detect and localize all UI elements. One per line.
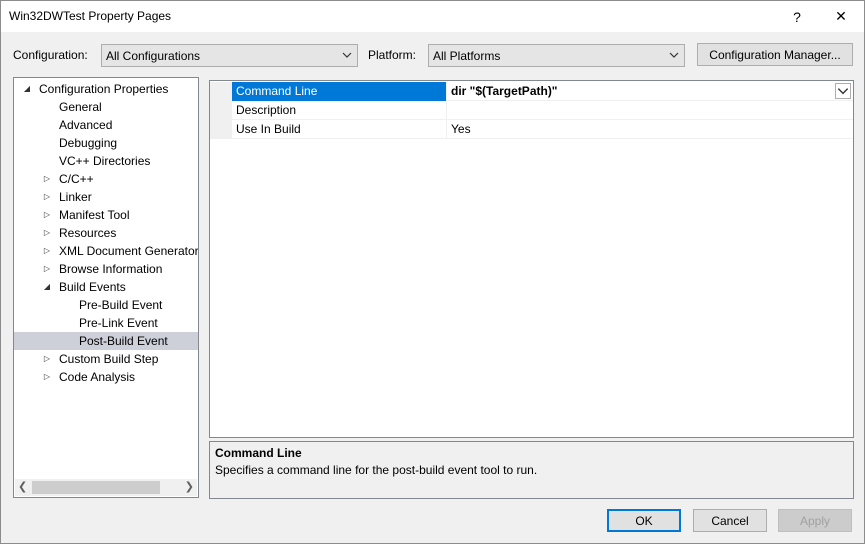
tree-item[interactable]: ▷ C/C++ <box>14 170 198 188</box>
tree-item[interactable]: ▷ Resources <box>14 224 198 242</box>
tree-item[interactable]: Pre-Link Event <box>14 314 198 332</box>
row-margin <box>210 120 232 139</box>
tree-item-label: Pre-Build Event <box>79 298 163 312</box>
tree-item-label: Custom Build Step <box>59 352 159 366</box>
expand-arrow-icon[interactable]: ▷ <box>42 260 52 278</box>
tree-item-label: XML Document Generator <box>59 244 199 258</box>
expand-arrow-icon[interactable]: ▷ <box>42 368 52 386</box>
tree-item[interactable]: ▷ Manifest Tool <box>14 206 198 224</box>
property-value[interactable]: Yes <box>447 120 853 139</box>
cancel-button[interactable]: Cancel <box>693 509 767 532</box>
tree-item-label: General <box>59 100 102 114</box>
tree-item-label: Linker <box>59 190 92 204</box>
expand-arrow-icon[interactable]: ▷ <box>42 350 52 368</box>
collapse-arrow-icon[interactable]: ◢ <box>42 278 52 296</box>
tree-item-label: Debugging <box>59 136 118 150</box>
tree-item-label: Browse Information <box>59 262 163 276</box>
property-value[interactable]: dir "$(TargetPath)" <box>447 82 853 101</box>
configuration-label: Configuration: <box>13 48 88 62</box>
description-title: Command Line <box>215 446 302 460</box>
property-pages-dialog: Win32DWTest Property Pages ? ✕ Configura… <box>0 0 865 544</box>
platform-label: Platform: <box>368 48 417 62</box>
tree-item-label: Build Events <box>59 280 126 294</box>
tree-item-label: Advanced <box>59 118 113 132</box>
scroll-left-icon[interactable]: ❮ <box>18 480 27 493</box>
value-dropdown-button[interactable] <box>835 83 851 99</box>
tree-item[interactable]: General <box>14 98 198 116</box>
chevron-down-icon <box>669 52 679 58</box>
chevron-down-icon <box>342 52 352 58</box>
scrollbar-thumb[interactable] <box>32 481 160 494</box>
property-tree[interactable]: ◢ Configuration Properties General Advanced… <box>13 77 199 498</box>
apply-button[interactable]: Apply <box>778 509 852 532</box>
tree-item[interactable]: ▷ Custom Build Step <box>14 350 198 368</box>
ok-button[interactable]: OK <box>607 509 681 532</box>
tree-item[interactable]: ▷ Linker <box>14 188 198 206</box>
title-bar: Win32DWTest Property Pages ? ✕ <box>1 1 864 32</box>
expand-arrow-icon[interactable]: ▷ <box>42 206 52 224</box>
platform-value: All Platforms <box>433 49 501 63</box>
tree-item[interactable]: ◢ Build Events <box>14 278 198 296</box>
description-text: Specifies a command line for the post-bu… <box>215 463 538 477</box>
row-margin <box>210 101 232 120</box>
help-icon: ? <box>793 8 801 25</box>
tree-item[interactable]: Pre-Build Event <box>14 296 198 314</box>
tree-item[interactable]: Advanced <box>14 116 198 134</box>
tree-item[interactable]: ▷ Code Analysis <box>14 368 198 386</box>
tree-item-label: Pre-Link Event <box>79 316 158 330</box>
property-row[interactable]: Description <box>210 101 853 120</box>
tree-item-label: Resources <box>59 226 117 240</box>
description-panel: Command Line Specifies a command line fo… <box>209 441 854 499</box>
property-value[interactable] <box>447 101 853 120</box>
property-name[interactable]: Description <box>232 101 447 120</box>
tree-item[interactable]: Debugging <box>14 134 198 152</box>
tree-item[interactable]: ◢ Configuration Properties <box>14 80 198 98</box>
expand-arrow-icon[interactable]: ▷ <box>42 242 52 260</box>
chevron-down-icon <box>837 88 849 95</box>
property-row[interactable]: Command Line dir "$(TargetPath)" <box>210 82 853 101</box>
expand-arrow-icon[interactable]: ▷ <box>42 170 52 188</box>
property-row[interactable]: Use In Build Yes <box>210 120 853 139</box>
tree-item-label: Code Analysis <box>59 370 136 384</box>
tree-item[interactable]: VC++ Directories <box>14 152 198 170</box>
close-icon: ✕ <box>835 8 847 24</box>
expand-arrow-icon[interactable]: ▷ <box>42 224 52 242</box>
tree-item[interactable]: Post-Build Event <box>14 332 198 350</box>
horizontal-scrollbar[interactable]: ❮ ❯ <box>15 479 197 496</box>
row-margin <box>210 82 232 101</box>
platform-dropdown[interactable]: All Platforms <box>428 44 685 67</box>
property-grid: Command Line dir "$(TargetPath)" Descripti… <box>209 80 854 438</box>
configuration-value: All Configurations <box>106 49 201 63</box>
tree-item-label: Configuration Properties <box>39 82 169 96</box>
tree-item-label: Post-Build Event <box>79 334 168 348</box>
tree-item-label: C/C++ <box>59 172 94 186</box>
help-button[interactable]: ? <box>775 1 819 32</box>
tree-item[interactable]: ▷ Browse Information <box>14 260 198 278</box>
property-name[interactable]: Command Line <box>232 82 447 101</box>
property-name[interactable]: Use In Build <box>232 120 447 139</box>
tree-item[interactable]: ▷ XML Document Generator <box>14 242 198 260</box>
scroll-right-icon[interactable]: ❯ <box>185 480 194 493</box>
window-title: Win32DWTest Property Pages <box>9 9 172 23</box>
tree-item-label: Manifest Tool <box>59 208 130 222</box>
expand-arrow-icon[interactable]: ▷ <box>42 188 52 206</box>
configuration-dropdown[interactable]: All Configurations <box>101 44 358 67</box>
close-button[interactable]: ✕ <box>819 1 863 32</box>
configuration-manager-button[interactable]: Configuration Manager... <box>697 43 853 66</box>
collapse-arrow-icon[interactable]: ◢ <box>22 80 32 98</box>
tree-item-label: VC++ Directories <box>59 154 151 168</box>
